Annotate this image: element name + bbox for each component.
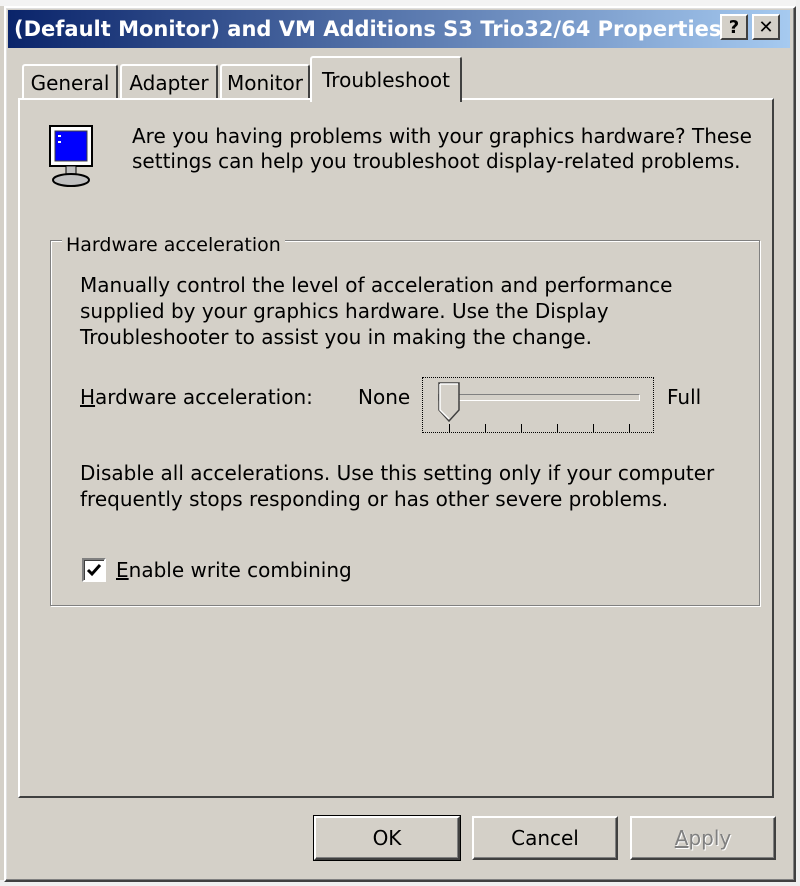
tab-label: Troubleshoot [322,68,450,92]
tab-adapter[interactable]: Adapter [120,64,218,100]
tab-label: Monitor [226,71,304,95]
cancel-button[interactable]: Cancel [472,816,618,860]
apply-mnemonic: A [674,826,689,850]
write-combining-label[interactable]: Enable write combining [116,558,352,582]
group-title: Hardware acceleration [62,234,285,256]
help-button[interactable]: ? [720,14,748,40]
slider-tick [629,424,630,432]
slider-tick [449,424,450,432]
tab-monitor[interactable]: Monitor [220,64,310,100]
hardware-acceleration-label: Hardware acceleration: [80,385,313,409]
monitor-icon [49,125,93,187]
acceleration-description: Manually control the level of accelerati… [80,273,673,349]
title-bar[interactable]: (Default Monitor) and VM Additions S3 Tr… [8,10,790,48]
slider-track[interactable] [438,394,640,401]
ok-button[interactable]: OK [313,815,461,861]
slider-max-label: Full [667,385,702,409]
checkbox-label-rest: nable write combining [128,558,352,582]
tab-label: Adapter [129,71,209,95]
desktop-background-right [796,0,800,886]
slider-thumb[interactable] [438,382,460,422]
tab-label: General [30,71,110,95]
slider-min-label: None [358,385,411,409]
slider-tick [485,424,486,432]
close-button[interactable]: ✕ [752,14,780,40]
tab-troubleshoot[interactable]: Troubleshoot [310,56,462,102]
window-title: (Default Monitor) and VM Additions S3 Tr… [14,17,722,41]
slider-tick [593,424,594,432]
setting-description: Disable all accelerations. Use this sett… [80,461,715,511]
slider-tick [521,424,522,432]
intro-text: Are you having problems with your graphi… [132,124,752,173]
apply-button[interactable]: Apply [630,816,776,860]
write-combining-checkbox[interactable] [82,558,106,582]
slider-tick [557,424,558,432]
accel-mnemonic: H [80,385,96,409]
checkmark-icon [86,564,102,577]
checkbox-mnemonic: E [116,558,129,582]
accel-label-rest: ardware acceleration: [95,385,313,409]
apply-label-rest: pply [688,826,732,850]
tab-general[interactable]: General [22,64,118,100]
